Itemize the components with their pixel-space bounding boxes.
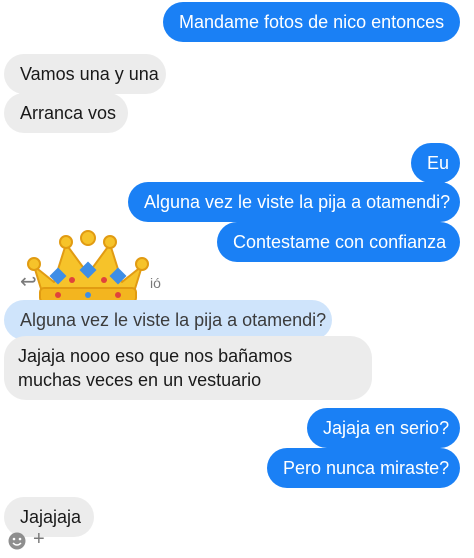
reply-indicator-text: ió	[150, 275, 161, 291]
plus-icon[interactable]: +	[33, 529, 45, 549]
message-outgoing[interactable]: Alguna vez le viste la pija a otamendi?	[128, 182, 460, 222]
message-incoming[interactable]: Jajaja nooo eso que nos bañamos muchas v…	[4, 336, 372, 400]
message-outgoing[interactable]: Pero nunca miraste?	[267, 448, 460, 488]
quoted-message[interactable]: Alguna vez le viste la pija a otamendi?	[4, 300, 332, 340]
message-outgoing[interactable]: Contestame con confianza	[217, 222, 460, 262]
message-outgoing[interactable]: Jajaja en serio?	[307, 408, 460, 448]
smiley-icon[interactable]	[8, 532, 26, 550]
footer-actions: +	[8, 529, 68, 552]
message-outgoing[interactable]: Eu	[411, 143, 460, 183]
message-incoming[interactable]: Arranca vos	[4, 93, 128, 133]
message-outgoing[interactable]: Mandame fotos de nico entonces	[163, 2, 460, 42]
message-incoming[interactable]: Jajajaja	[4, 497, 94, 537]
crown-icon	[27, 230, 149, 303]
message-incoming[interactable]: Vamos una y una	[4, 54, 166, 94]
